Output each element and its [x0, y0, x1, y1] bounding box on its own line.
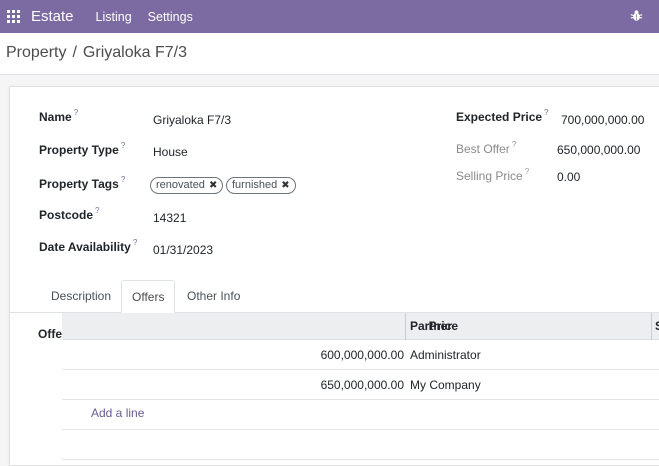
- control-panel: Property / Griyaloka F7/3: [0, 33, 659, 75]
- offer-price-cell: 650,000,000.00: [62, 370, 404, 400]
- expected-price-label: Expected Price?: [456, 110, 549, 124]
- postcode-label: Postcode?: [39, 208, 99, 222]
- debug-bug-icon[interactable]: [630, 9, 643, 22]
- best-offer-value: 650,000,000.00: [557, 143, 640, 157]
- tab-offers[interactable]: Offers: [121, 280, 175, 313]
- help-icon[interactable]: ?: [544, 108, 548, 117]
- remove-tag-icon[interactable]: ✖: [281, 178, 289, 193]
- form-sheet: Name? Griyaloka F7/3 Property Type? Hous…: [9, 86, 659, 466]
- best-offer-label: Best Offer?: [456, 142, 516, 156]
- offer-partner-cell: My Company: [410, 370, 481, 400]
- add-line-row: [62, 400, 659, 430]
- property-type-label: Property Type?: [39, 143, 125, 157]
- expected-price-field[interactable]: 700,000,000.00: [561, 113, 644, 127]
- tab-other-info[interactable]: Other Info: [177, 280, 250, 313]
- name-field[interactable]: Griyaloka F7/3: [153, 113, 231, 127]
- breadcrumb: Property / Griyaloka F7/3: [6, 44, 187, 62]
- breadcrumb-parent[interactable]: Property: [6, 44, 66, 61]
- remove-tag-icon[interactable]: ✖: [209, 178, 217, 193]
- offer-partner-cell: Administrator: [410, 340, 481, 370]
- help-icon[interactable]: ?: [525, 167, 529, 176]
- column-resize-handle[interactable]: [651, 313, 652, 340]
- help-icon[interactable]: ?: [133, 238, 137, 247]
- column-header-partner[interactable]: Partner: [410, 313, 452, 340]
- offer-price-cell: 600,000,000.00: [62, 340, 404, 370]
- tab-description[interactable]: Description: [41, 280, 121, 313]
- selling-price-label: Selling Price?: [456, 169, 529, 183]
- help-icon[interactable]: ?: [121, 141, 125, 150]
- top-navbar: Estate Listing Settings: [0, 0, 659, 33]
- breadcrumb-current: Griyaloka F7/3: [83, 44, 187, 61]
- date-availability-field[interactable]: 01/31/2023: [153, 243, 213, 257]
- tag-renovated: renovated✖: [150, 177, 223, 194]
- empty-table-row: [62, 430, 659, 460]
- offers-table-header: Price Partner S: [62, 313, 659, 340]
- selling-price-value: 0.00: [557, 170, 580, 184]
- property-type-field[interactable]: House: [153, 145, 188, 159]
- tag-furnished: furnished✖: [226, 177, 296, 194]
- apps-grid-icon[interactable]: [7, 10, 21, 24]
- app-brand[interactable]: Estate: [31, 8, 74, 25]
- postcode-field[interactable]: 14321: [153, 211, 186, 225]
- help-icon[interactable]: ?: [74, 108, 78, 117]
- breadcrumb-separator: /: [72, 44, 76, 61]
- menu-listing[interactable]: Listing: [96, 10, 132, 24]
- column-header-status[interactable]: S: [655, 313, 659, 340]
- property-tags-label: Property Tags?: [39, 177, 125, 191]
- help-icon[interactable]: ?: [512, 140, 516, 149]
- table-row[interactable]: 650,000,000.00 My Company: [62, 370, 659, 400]
- help-icon[interactable]: ?: [121, 175, 125, 184]
- column-resize-handle[interactable]: [405, 313, 406, 340]
- date-availability-label: Date Availability?: [39, 240, 137, 254]
- offers-field-label: Offe: [38, 327, 62, 341]
- name-label: Name?: [39, 110, 78, 124]
- menu-settings[interactable]: Settings: [148, 10, 193, 24]
- table-row[interactable]: 600,000,000.00 Administrator: [62, 340, 659, 370]
- help-icon[interactable]: ?: [95, 206, 99, 215]
